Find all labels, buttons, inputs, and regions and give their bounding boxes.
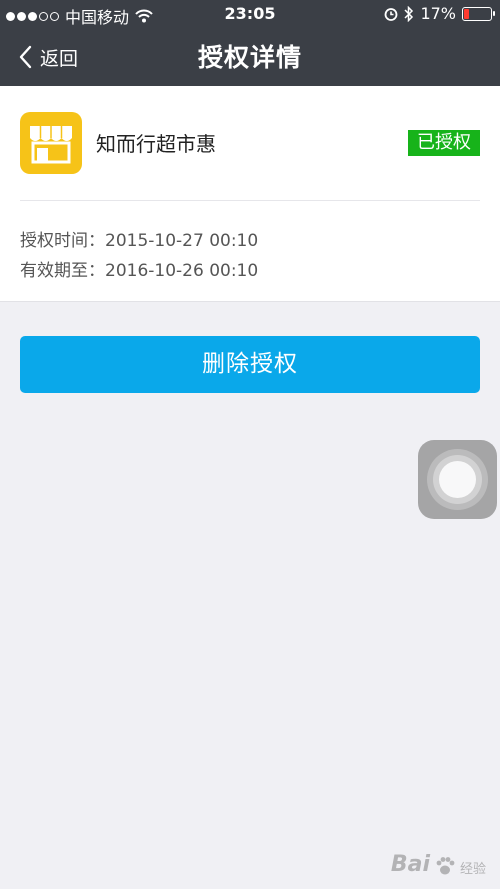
assistive-touch-core: [439, 461, 476, 498]
expiry-value: 2016-10-26 00:10: [105, 261, 259, 281]
watermark-brand: Bai: [390, 852, 430, 877]
status-badge: 已授权: [408, 130, 480, 156]
paw-icon: [436, 857, 455, 875]
battery-icon: [462, 6, 495, 21]
authorization-time-row: 授权时间：2015-10-27 00:10: [20, 226, 258, 251]
store-icon: [20, 112, 82, 174]
divider: [20, 200, 480, 201]
assistive-touch-button[interactable]: [418, 440, 497, 519]
app-name: 知而行超市惠: [96, 132, 216, 156]
battery-level: [464, 8, 469, 19]
status-right: 17%: [384, 4, 495, 23]
delete-authorization-button[interactable]: 删除授权: [20, 336, 480, 393]
alarm-icon: [385, 7, 398, 21]
header: 中国移动 23:05 17% 返回 授权详情: [0, 0, 500, 86]
watermark-sub: 经验: [459, 862, 486, 877]
nav-bar: 返回 授权详情: [0, 28, 500, 86]
expiry-label: 有效期至：: [20, 261, 105, 281]
expiry-row: 有效期至：2016-10-26 00:10: [20, 256, 258, 281]
page-title: 授权详情: [197, 43, 302, 72]
authorization-card: 知而行超市惠 已授权 授权时间：2015-10-27 00:10 有效期至：20…: [0, 86, 500, 302]
authorization-time-label: 授权时间：: [20, 231, 105, 251]
status-bar: 中国移动 23:05 17%: [0, 0, 500, 28]
battery-percent: 17%: [420, 4, 456, 23]
authorization-time-value: 2015-10-27 00:10: [105, 231, 259, 251]
watermark: Bai 经验: [391, 852, 486, 877]
bluetooth-icon: [404, 5, 414, 22]
